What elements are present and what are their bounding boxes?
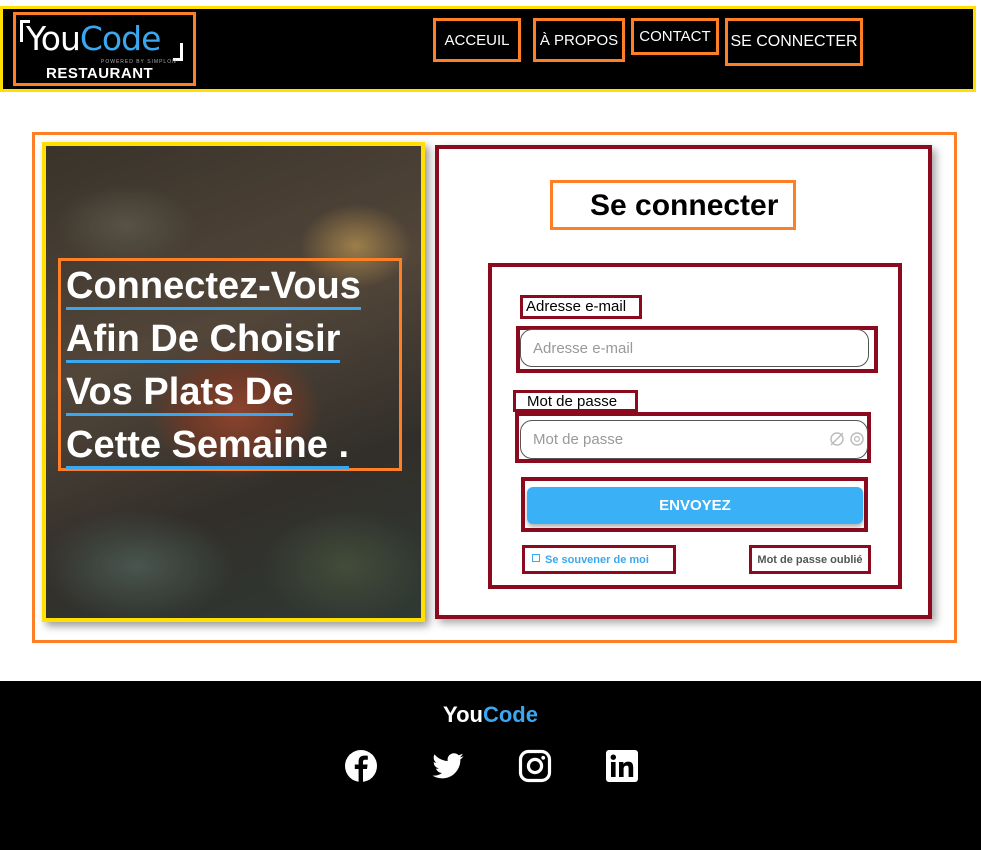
hero-title: Connectez-Vous Afin De Choisir Vos Plats… — [66, 260, 406, 472]
show-password-icon[interactable] — [829, 430, 865, 448]
logo-you-text: You — [26, 19, 81, 58]
instagram-icon[interactable] — [518, 749, 552, 783]
twitter-icon[interactable] — [431, 749, 465, 783]
logo-code-text: Code — [79, 19, 161, 58]
forgot-password-link[interactable]: Mot de passe oublié — [749, 545, 871, 574]
logo-subtitle: RESTAURANT — [46, 65, 154, 82]
facebook-icon[interactable] — [344, 749, 378, 783]
hero-line-2: Afin De Choisir — [66, 318, 341, 363]
footer-brand-you: You — [443, 702, 483, 727]
email-input[interactable] — [520, 329, 869, 367]
logo[interactable]: YouCode POWERED BY SIMPLON RESTAURANT — [13, 12, 196, 86]
nav-se-connecter[interactable]: SE CONNECTER — [725, 18, 863, 66]
remember-me[interactable]: Se souvener de moi — [522, 545, 676, 574]
hero-line-1: Connectez-Vous — [66, 265, 361, 310]
submit-button[interactable]: ENVOYEZ — [527, 487, 863, 524]
nav-accueil[interactable]: ACCEUIL — [433, 18, 521, 62]
email-label: Adresse e-mail — [520, 295, 642, 319]
remember-label: Se souvener de moi — [545, 553, 649, 566]
nav-a-propos[interactable]: À PROPOS — [533, 18, 625, 62]
hero-line-3: Vos Plats De — [66, 371, 294, 416]
site-footer: YouCode — [0, 681, 981, 850]
linkedin-icon[interactable] — [605, 749, 639, 783]
password-input[interactable] — [520, 420, 868, 459]
nav-contact[interactable]: CONTACT — [631, 18, 719, 55]
password-label: Mot de passe — [513, 390, 638, 412]
logo-wordmark: YouCode — [26, 19, 161, 58]
footer-brand: YouCode — [0, 702, 981, 728]
login-title: Se connecter — [590, 189, 779, 222]
remember-checkbox[interactable] — [532, 553, 540, 562]
footer-brand-code: Code — [482, 702, 538, 727]
hero-line-4: Cette Semaine . — [66, 424, 349, 469]
